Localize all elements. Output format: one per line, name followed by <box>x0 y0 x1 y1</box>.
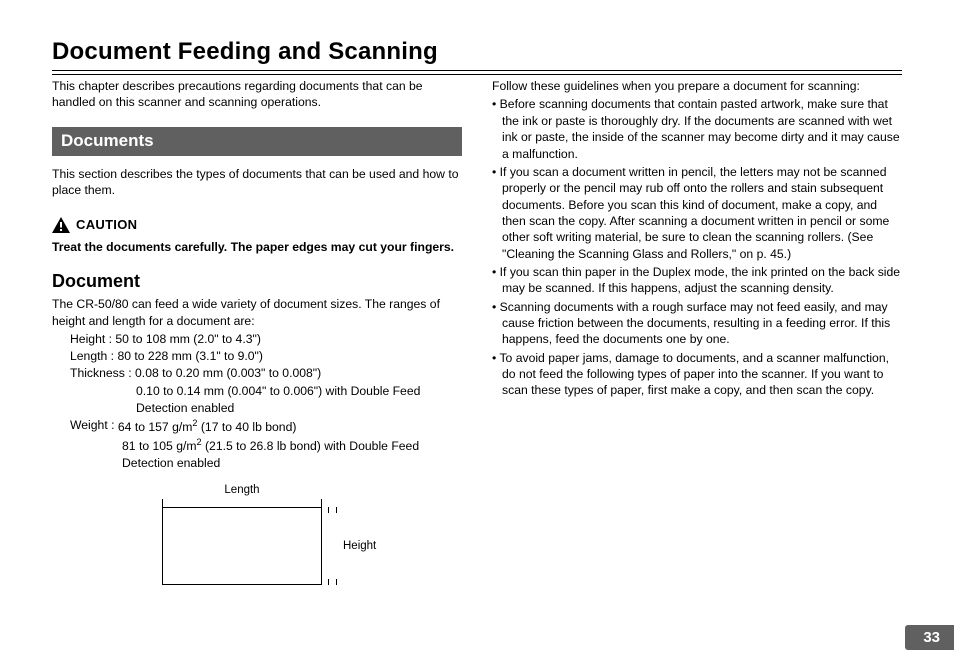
spec-length-label: Length : <box>70 348 117 365</box>
document-heading: Document <box>52 271 462 292</box>
warning-icon <box>52 217 70 233</box>
spec-weight-label: Weight : <box>70 417 118 436</box>
spec-thickness-value: 0.08 to 0.20 mm (0.003" to 0.008") <box>135 365 321 382</box>
guidelines-list: Before scanning documents that contain p… <box>492 96 902 398</box>
spec-weight2-pre: 81 to 105 g/m <box>122 439 197 453</box>
spec-thickness: Thickness : 0.08 to 0.20 mm (0.003" to 0… <box>70 365 462 382</box>
document-specs: Height : 50 to 108 mm (2.0" to 4.3") Len… <box>52 331 462 472</box>
left-column: This chapter describes precautions regar… <box>52 78 462 585</box>
diagram-length-label: Length <box>162 484 322 496</box>
section-description: This section describes the types of docu… <box>52 166 462 199</box>
height-bracket-bottom <box>328 579 337 585</box>
chapter-title: Document Feeding and Scanning <box>52 38 902 66</box>
diagram-height-label: Height <box>343 540 376 552</box>
caution-heading: CAUTION <box>52 217 462 233</box>
spec-weight-value-2: 81 to 105 g/m2 (21.5 to 26.8 lb bond) wi… <box>70 436 462 472</box>
dimension-diagram: Length Height <box>52 484 462 585</box>
guideline-item: Before scanning documents that contain p… <box>492 96 902 161</box>
rule-thin <box>52 70 902 71</box>
spec-thickness-value-2: 0.10 to 0.14 mm (0.004" to 0.006") with … <box>70 383 462 417</box>
right-column: Follow these guidelines when you prepare… <box>492 78 902 585</box>
spec-weight-pre: 64 to 157 g/m <box>118 420 193 434</box>
document-intro: The CR-50/80 can feed a wide variety of … <box>52 296 462 329</box>
spec-weight-value: 64 to 157 g/m2 (17 to 40 lb bond) <box>118 417 297 436</box>
guideline-item: To avoid paper jams, damage to documents… <box>492 350 902 399</box>
guidelines-intro: Follow these guidelines when you prepare… <box>492 78 902 94</box>
spec-height-label: Height : <box>70 331 115 348</box>
spec-height-value: 50 to 108 mm (2.0" to 4.3") <box>115 331 261 348</box>
caution-label: CAUTION <box>76 217 137 232</box>
content-columns: This chapter describes precautions regar… <box>52 78 902 585</box>
rule-thin-2 <box>52 74 902 75</box>
page-number-tab: 33 <box>905 625 954 650</box>
guideline-item: If you scan a document written in pencil… <box>492 164 902 262</box>
section-heading-documents: Documents <box>52 127 462 156</box>
spec-length: Length : 80 to 228 mm (3.1" to 9.0") <box>70 348 462 365</box>
chapter-intro: This chapter describes precautions regar… <box>52 78 462 111</box>
spec-length-value: 80 to 228 mm (3.1" to 9.0") <box>117 348 263 365</box>
diagram-box <box>162 507 322 585</box>
spec-thickness-label: Thickness : <box>70 365 135 382</box>
guideline-item: Scanning documents with a rough surface … <box>492 299 902 348</box>
spec-weight: Weight : 64 to 157 g/m2 (17 to 40 lb bon… <box>70 417 462 436</box>
spec-height: Height : 50 to 108 mm (2.0" to 4.3") <box>70 331 462 348</box>
guideline-item: If you scan thin paper in the Duplex mod… <box>492 264 902 297</box>
caution-text: Treat the documents carefully. The paper… <box>52 239 462 255</box>
spec-weight-post: (17 to 40 lb bond) <box>197 420 296 434</box>
